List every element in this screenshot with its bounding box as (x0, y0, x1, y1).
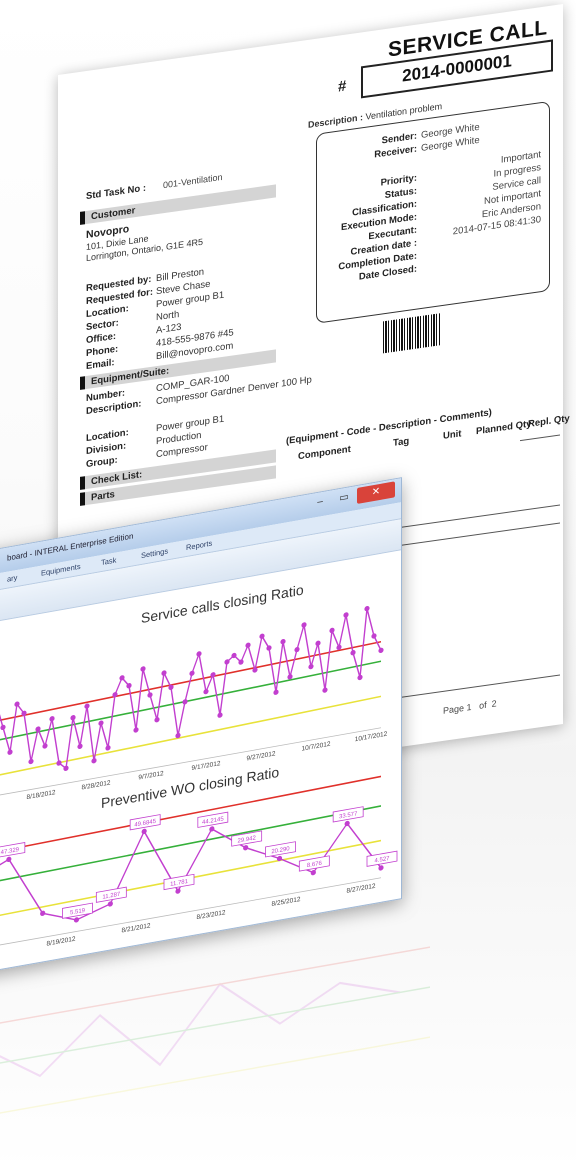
data-point (105, 745, 111, 751)
barcode-image (383, 313, 441, 354)
data-point (28, 758, 34, 765)
menu-item-reports[interactable]: Reports (186, 539, 212, 553)
page-of: of (479, 699, 487, 711)
data-point (91, 758, 97, 764)
series-line (0, 608, 382, 770)
data-point (154, 717, 160, 723)
data-point (147, 692, 153, 698)
x-tick-label: 8/27/2012 (347, 883, 376, 895)
std-task-value: 001-Ventilation (163, 171, 223, 191)
x-tick-label: 9/17/2012 (192, 760, 221, 772)
data-point (0, 724, 6, 731)
minimize-button[interactable]: – (309, 493, 331, 513)
dashboard-window[interactable]: board - INTERAL Enterprise Edition – ▭ ✕… (0, 477, 402, 977)
maximize-button[interactable]: ▭ (333, 488, 355, 508)
menu-item-summary[interactable]: ary (7, 573, 17, 584)
window-reflection (0, 946, 430, 1121)
data-point (315, 640, 321, 646)
data-point (308, 663, 314, 670)
data-point (98, 720, 104, 726)
menu-item-settings[interactable]: Settings (141, 546, 168, 560)
data-point (189, 670, 195, 676)
data-point (203, 688, 209, 695)
data-label: 29.942 (231, 830, 263, 847)
data-point (357, 674, 363, 681)
data-point (322, 687, 328, 693)
x-tick-label: 8/25/2012 (272, 896, 301, 908)
data-point (133, 727, 139, 733)
repl-qty-rule (520, 434, 560, 442)
x-tick-label: 8/23/2012 (197, 909, 226, 921)
menu-item-task[interactable]: Task (101, 555, 116, 567)
data-point (7, 749, 13, 755)
receiver-label: Receiver: (374, 143, 417, 161)
x-tick-label: 8/18/2012 (27, 789, 56, 801)
data-point (73, 917, 80, 923)
data-label: 44.2145 (197, 811, 229, 828)
page-label: Page (443, 702, 465, 716)
data-label: 49.6845 (129, 814, 161, 831)
equipment-columns-header: (Equipment - Code - Description - Commen… (286, 407, 492, 447)
sector-value: North (156, 308, 180, 324)
data-point (49, 716, 55, 722)
col-unit: Unit (443, 428, 462, 442)
page-current: 1 (466, 701, 472, 713)
data-label: 4.527 (366, 850, 398, 867)
data-point (77, 743, 83, 749)
x-tick-label: 9/7/2012 (138, 770, 164, 781)
data-label: 8.676 (298, 855, 330, 872)
data-label: 11.781 (163, 873, 195, 891)
menu-item-equipments[interactable]: Equipments (41, 562, 81, 578)
col-planned-qty: Planned Qty (476, 418, 532, 438)
data-point (364, 605, 370, 612)
data-label: 20.290 (265, 841, 296, 858)
scene: SERVICE CALL # 2014-0000001 Description … (0, 0, 576, 1171)
data-point (217, 712, 223, 718)
data-point (209, 826, 215, 832)
data-point (329, 627, 335, 634)
info-box: Sender: George White Receiver: George Wh… (316, 100, 550, 324)
chart-area: Service calls closing Ratio 8/18/2012 8/2… (0, 557, 398, 963)
col-repl-qty: Repl. Qty (528, 413, 570, 430)
page-number: Page 1 of 2 (443, 698, 497, 716)
x-tick-label: 8/21/2012 (122, 922, 151, 934)
data-point (301, 622, 307, 628)
data-label: 47.329 (0, 842, 26, 859)
x-tick-label: 10/7/2012 (302, 741, 331, 753)
data-point (84, 703, 90, 709)
data-point (343, 612, 349, 618)
data-point (280, 639, 286, 645)
data-point (140, 666, 146, 672)
data-point (224, 659, 230, 665)
close-button[interactable]: ✕ (357, 481, 395, 504)
data-point (294, 646, 300, 653)
data-point (243, 845, 249, 851)
reference-line-green (0, 805, 382, 887)
office-value: A-123 (156, 321, 182, 337)
data-point (245, 642, 251, 648)
data-label: 33.577 (332, 806, 364, 823)
col-component: Component (298, 443, 351, 463)
std-task-label: Std Task No : (86, 182, 146, 203)
data-label: 11.287 (95, 886, 127, 903)
x-tick-label: 10/17/2012 (355, 731, 388, 744)
page-total: 2 (491, 698, 497, 710)
data-point (182, 699, 188, 705)
x-tick-label: 9/27/2012 (247, 750, 276, 762)
data-point (310, 870, 316, 876)
data-point (350, 650, 356, 656)
data-point (196, 651, 202, 657)
col-tag: Tag (393, 435, 410, 449)
data-point (210, 672, 216, 678)
x-tick-label: 8/19/2012 (47, 936, 76, 948)
data-point (70, 715, 76, 721)
data-label: 5.519 (62, 902, 93, 919)
number-hash: # (338, 77, 347, 96)
data-point (273, 689, 279, 695)
data-point (42, 743, 48, 749)
x-tick-label: 8/28/2012 (82, 779, 111, 791)
data-point (107, 901, 113, 907)
